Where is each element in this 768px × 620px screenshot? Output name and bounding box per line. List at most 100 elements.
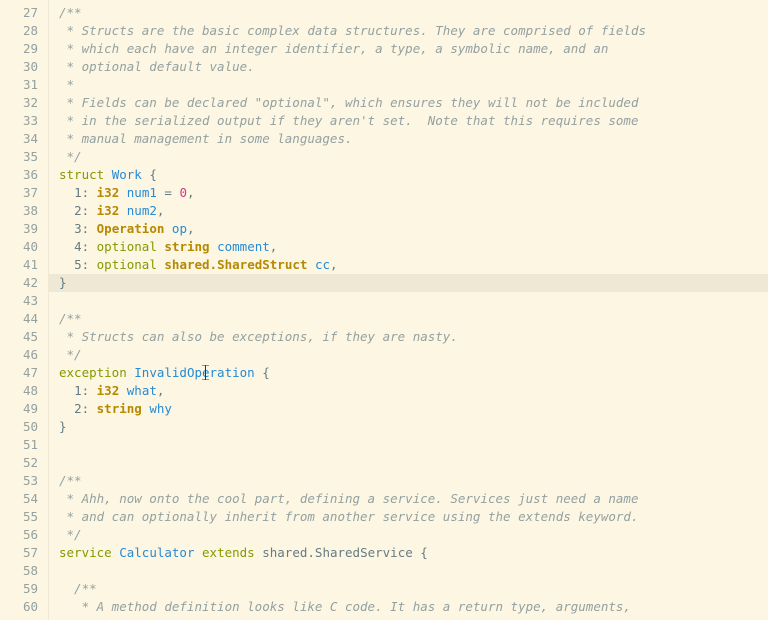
- code-line[interactable]: /**: [59, 4, 768, 22]
- code-line[interactable]: 1: i32 what,: [59, 382, 768, 400]
- code-line[interactable]: [59, 436, 768, 454]
- code-token: InvalidOperation: [134, 365, 254, 380]
- code-line[interactable]: 2: i32 num2,: [59, 202, 768, 220]
- code-token: =: [157, 185, 180, 200]
- code-line[interactable]: 3: Operation op,: [59, 220, 768, 238]
- code-token: 2: [74, 401, 82, 416]
- code-editor[interactable]: 2728293031323334353637383940414243444546…: [0, 0, 768, 620]
- code-line[interactable]: * manual management in some languages.: [59, 130, 768, 148]
- line-number: 31: [0, 76, 38, 94]
- code-token: :: [82, 203, 97, 218]
- code-token: exception: [59, 365, 127, 380]
- line-number: 58: [0, 562, 38, 580]
- code-token: [59, 383, 74, 398]
- code-line[interactable]: [59, 454, 768, 472]
- code-line[interactable]: 5: optional shared.SharedStruct cc,: [59, 256, 768, 274]
- code-token: 5: [74, 257, 82, 272]
- line-number: 52: [0, 454, 38, 472]
- code-token: struct: [59, 167, 104, 182]
- code-token: * Structs are the basic complex data str…: [59, 23, 646, 38]
- code-token: num1: [127, 185, 157, 200]
- line-number: 43: [0, 292, 38, 310]
- code-line[interactable]: /**: [59, 310, 768, 328]
- code-line[interactable]: * and can optionally inherit from anothe…: [59, 508, 768, 526]
- code-token: :: [82, 383, 97, 398]
- code-token: [194, 545, 202, 560]
- code-token: [307, 257, 315, 272]
- code-token: */: [59, 347, 82, 362]
- code-line[interactable]: */: [59, 346, 768, 364]
- code-token: what: [127, 383, 157, 398]
- code-line[interactable]: struct Work {: [59, 166, 768, 184]
- code-token: :: [82, 239, 97, 254]
- code-token: string: [97, 401, 142, 416]
- code-token: Work: [112, 167, 142, 182]
- code-token: extends: [202, 545, 255, 560]
- line-number: 48: [0, 382, 38, 400]
- code-line[interactable]: * Ahh, now onto the cool part, defining …: [59, 490, 768, 508]
- code-token: 4: [74, 239, 82, 254]
- code-token: 1: [74, 185, 82, 200]
- code-token: }: [59, 275, 67, 290]
- code-line[interactable]: exception InvalidOperation {: [59, 364, 768, 382]
- code-line[interactable]: [59, 292, 768, 310]
- code-token: ,: [187, 221, 195, 236]
- line-number: 28: [0, 22, 38, 40]
- code-line[interactable]: }: [49, 274, 768, 292]
- code-line[interactable]: */: [59, 148, 768, 166]
- code-token: [59, 257, 74, 272]
- code-token: 0: [179, 185, 187, 200]
- code-line[interactable]: * Fields can be declared "optional", whi…: [59, 94, 768, 112]
- line-number: 29: [0, 40, 38, 58]
- code-line[interactable]: /**: [59, 472, 768, 490]
- code-line[interactable]: * A method definition looks like C code.…: [59, 598, 768, 616]
- code-token: * in the serialized output if they aren'…: [59, 113, 638, 128]
- code-line[interactable]: 4: optional string comment,: [59, 238, 768, 256]
- code-line[interactable]: * Structs can also be exceptions, if the…: [59, 328, 768, 346]
- code-line[interactable]: *: [59, 76, 768, 94]
- line-number: 40: [0, 238, 38, 256]
- code-line[interactable]: * in the serialized output if they aren'…: [59, 112, 768, 130]
- code-token: num2: [127, 203, 157, 218]
- code-line[interactable]: * Structs are the basic complex data str…: [59, 22, 768, 40]
- code-line[interactable]: 2: string why: [59, 400, 768, 418]
- line-number: 59: [0, 580, 38, 598]
- code-token: ,: [157, 203, 165, 218]
- code-token: [59, 185, 74, 200]
- line-number: 27: [0, 4, 38, 22]
- code-token: ,: [187, 185, 195, 200]
- code-token: /**: [59, 473, 82, 488]
- code-line[interactable]: /**: [59, 580, 768, 598]
- code-token: [104, 167, 112, 182]
- code-line[interactable]: */: [59, 526, 768, 544]
- code-line[interactable]: }: [59, 418, 768, 436]
- code-line[interactable]: service Calculator extends shared.Shared…: [59, 544, 768, 562]
- line-number: 44: [0, 310, 38, 328]
- code-line[interactable]: 1: i32 num1 = 0,: [59, 184, 768, 202]
- code-token: i32: [97, 203, 120, 218]
- line-number: 41: [0, 256, 38, 274]
- code-token: [119, 185, 127, 200]
- code-token: * which each have an integer identifier,…: [59, 41, 608, 56]
- code-token: [59, 221, 74, 236]
- code-token: /**: [59, 311, 82, 326]
- code-token: Calculator: [119, 545, 194, 560]
- code-line[interactable]: * optional default value.: [59, 58, 768, 76]
- code-token: [164, 221, 172, 236]
- code-token: :: [82, 185, 97, 200]
- code-token: {: [142, 167, 157, 182]
- code-token: [119, 383, 127, 398]
- line-number: 39: [0, 220, 38, 238]
- line-number: 56: [0, 526, 38, 544]
- code-line[interactable]: [59, 562, 768, 580]
- code-token: optional: [97, 257, 157, 272]
- code-token: * and can optionally inherit from anothe…: [59, 509, 638, 524]
- code-token: /**: [59, 5, 82, 20]
- line-number: 57: [0, 544, 38, 562]
- code-token: * manual management in some languages.: [59, 131, 353, 146]
- line-number: 54: [0, 490, 38, 508]
- code-token: :: [82, 257, 97, 272]
- code-area[interactable]: /** * Structs are the basic complex data…: [48, 0, 768, 620]
- line-number: 42: [0, 274, 38, 292]
- code-line[interactable]: * which each have an integer identifier,…: [59, 40, 768, 58]
